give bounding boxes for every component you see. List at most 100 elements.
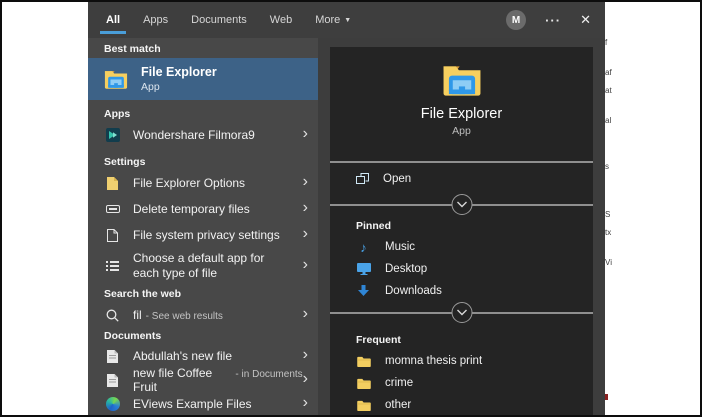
chevron-right-icon[interactable]: ›	[303, 126, 308, 144]
section-header-settings: Settings	[88, 148, 318, 170]
chevron-down-icon: ▼	[344, 17, 351, 24]
pinned-label: Music	[385, 241, 415, 253]
more-options-icon[interactable]: ···	[545, 13, 561, 28]
document-label: Abdullah's new file	[133, 349, 232, 363]
best-match-text: File Explorer App	[141, 65, 217, 93]
search-query: fil	[133, 308, 142, 322]
filter-tabs: All Apps Documents Web More ▼	[106, 2, 351, 38]
filmora-app-icon	[104, 128, 121, 142]
background-text-fragment: af	[605, 68, 612, 77]
section-header-pinned: Pinned	[330, 220, 593, 236]
windows-search-flyout: All Apps Documents Web More ▼ M ··· ✕ Be…	[88, 2, 605, 415]
result-file-system-privacy-settings[interactable]: File system privacy settings ›	[88, 222, 318, 248]
preview-hero: File Explorer App	[330, 47, 593, 161]
chevron-down-button[interactable]	[451, 302, 472, 323]
result-label: Wondershare Filmora9	[133, 128, 255, 143]
search-query-suffix: - See web results	[146, 311, 223, 322]
frequent-item-crime[interactable]: crime	[330, 372, 593, 394]
expand-divider	[330, 302, 593, 324]
settings-file-icon	[104, 177, 121, 190]
document-text: new file Coffee Fruit - in Documents	[133, 366, 303, 394]
expand-divider	[330, 194, 593, 216]
music-note-icon: ♪	[356, 240, 371, 255]
chevron-right-icon[interactable]: ›	[303, 306, 308, 324]
result-document-abdullah[interactable]: Abdullah's new file ›	[88, 344, 318, 368]
tab-apps[interactable]: Apps	[143, 2, 168, 38]
frequent-label: momna thesis print	[385, 355, 482, 367]
chevron-right-icon[interactable]: ›	[303, 395, 308, 413]
result-web-search[interactable]: fil - See web results ›	[88, 302, 318, 328]
download-arrow-icon	[356, 285, 371, 297]
background-text-fragment: S	[605, 210, 610, 219]
background-text-fragment: f	[605, 38, 607, 47]
chevron-right-icon[interactable]: ›	[303, 347, 308, 365]
close-icon[interactable]: ✕	[580, 12, 591, 28]
background-text-fragment: tx	[605, 228, 611, 237]
frequent-label: crime	[385, 377, 413, 389]
file-explorer-icon-large	[330, 63, 593, 96]
avatar[interactable]: M	[506, 10, 526, 30]
preview-subtitle: App	[330, 125, 593, 137]
file-explorer-icon	[104, 69, 128, 89]
open-icon	[356, 173, 369, 184]
tab-more[interactable]: More ▼	[315, 2, 351, 38]
chevron-down-button[interactable]	[451, 194, 472, 215]
result-choose-default-app[interactable]: Choose a default app for each type of fi…	[88, 248, 318, 284]
tab-documents[interactable]: Documents	[191, 2, 247, 38]
frequent-item-momna-thesis-print[interactable]: momna thesis print	[330, 350, 593, 372]
preview-pane: File Explorer App Open Pinne	[330, 47, 593, 415]
result-delete-temporary-files[interactable]: Delete temporary files ›	[88, 196, 318, 222]
search-icon	[104, 309, 121, 322]
result-wondershare-filmora9[interactable]: Wondershare Filmora9 ›	[88, 122, 318, 148]
pinned-item-downloads[interactable]: Downloads	[330, 280, 593, 302]
storage-icon	[104, 205, 121, 213]
best-match-title: File Explorer	[141, 65, 217, 79]
background-text-fragment: s	[605, 162, 609, 171]
open-label: Open	[383, 173, 411, 185]
section-header-apps: Apps	[88, 100, 318, 122]
frequent-item-other[interactable]: other	[330, 394, 593, 415]
document-text: Abdullah's new file	[133, 349, 236, 363]
result-label: File system privacy settings	[133, 228, 280, 243]
background-text-fragment: Vi	[605, 258, 612, 267]
section-header-best-match: Best match	[88, 38, 318, 58]
result-document-coffee-fruit[interactable]: new file Coffee Fruit - in Documents ›	[88, 368, 318, 392]
chevron-right-icon[interactable]: ›	[303, 226, 308, 244]
list-settings-icon	[104, 260, 121, 272]
result-file-explorer-options[interactable]: File Explorer Options ›	[88, 170, 318, 196]
tab-web[interactable]: Web	[270, 2, 292, 38]
chevron-right-icon[interactable]: ›	[303, 200, 308, 218]
result-label: File Explorer Options	[133, 176, 245, 191]
screenshot-frame: f af at al s S tx Vi All Apps Documents …	[0, 0, 702, 417]
tab-more-label: More	[315, 14, 340, 26]
document-icon	[104, 350, 121, 363]
search-filter-bar: All Apps Documents Web More ▼ M ··· ✕	[88, 2, 605, 38]
section-header-search-web: Search the web	[88, 284, 318, 302]
document-icon	[104, 374, 121, 387]
eviews-app-icon	[104, 397, 121, 411]
web-search-text: fil - See web results	[133, 308, 223, 322]
tab-all[interactable]: All	[106, 2, 120, 38]
open-action[interactable]: Open	[330, 163, 593, 194]
document-label: EViews Example Files	[133, 397, 252, 411]
document-text: EViews Example Files	[133, 397, 256, 411]
pinned-label: Desktop	[385, 263, 427, 275]
best-match-file-explorer[interactable]: File Explorer App	[88, 58, 318, 100]
search-results-list: Best match File Explorer App	[88, 38, 318, 415]
chevron-right-icon[interactable]: ›	[303, 257, 308, 275]
chevron-right-icon[interactable]: ›	[303, 371, 308, 389]
folder-icon	[356, 378, 371, 389]
folder-icon	[356, 356, 371, 367]
folder-icon	[356, 400, 371, 411]
pinned-item-music[interactable]: ♪ Music	[330, 236, 593, 258]
background-text-fragment: al	[605, 116, 611, 125]
result-document-eviews[interactable]: EViews Example Files ›	[88, 392, 318, 415]
best-match-subtitle: App	[141, 81, 217, 93]
section-header-frequent: Frequent	[330, 334, 593, 350]
chevron-right-icon[interactable]: ›	[303, 174, 308, 192]
desktop-monitor-icon	[356, 263, 371, 275]
topbar-controls: M ··· ✕	[506, 2, 591, 38]
section-header-documents: Documents	[88, 328, 318, 344]
frequent-label: other	[385, 399, 411, 411]
pinned-item-desktop[interactable]: Desktop	[330, 258, 593, 280]
